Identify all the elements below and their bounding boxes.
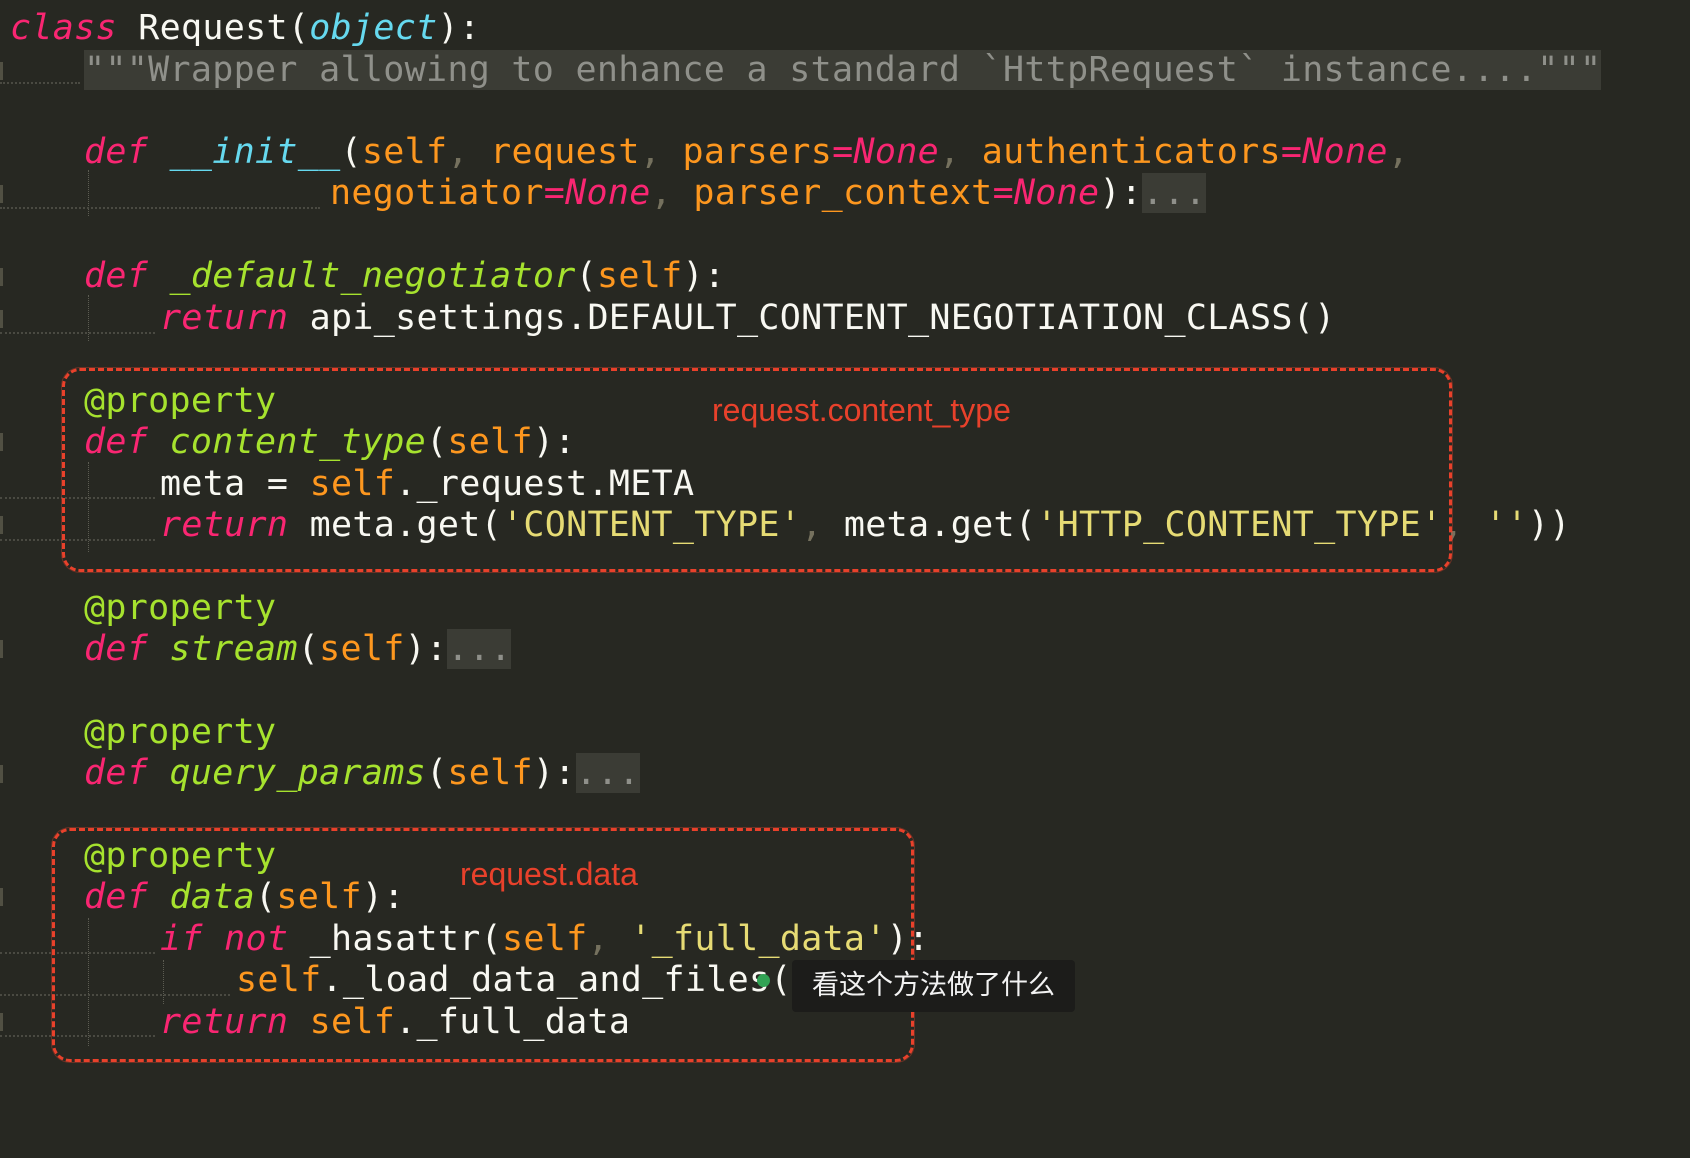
code-editor[interactable]: class Request(object): """Wrapper allowi… xyxy=(0,0,1690,1158)
self-param: self xyxy=(361,132,448,172)
gutter-marker xyxy=(0,1013,3,1031)
gutter-marker xyxy=(0,516,3,534)
fold-marker[interactable]: ... xyxy=(575,753,640,793)
expression: api_settings.DEFAULT_CONTENT_NEGOTIATION… xyxy=(288,298,1336,338)
tooltip: 看这个方法做了什么 xyxy=(792,960,1075,1012)
self-param: self xyxy=(596,256,683,296)
whitespace-dots xyxy=(0,330,155,334)
keyword-def: def xyxy=(84,629,149,669)
punctuation: , xyxy=(639,132,683,172)
decorator: @property xyxy=(84,712,277,752)
parameter: request xyxy=(490,132,640,172)
class-name: Request( xyxy=(116,8,310,48)
whitespace-dots xyxy=(0,80,80,84)
code-line: def query_params(self):... xyxy=(84,751,640,795)
breakpoint-dot-icon[interactable] xyxy=(757,974,770,987)
punctuation: )) xyxy=(1527,505,1571,545)
punctuation: ( xyxy=(575,256,597,296)
keyword-def: def xyxy=(84,753,149,793)
self-param: self xyxy=(319,629,405,669)
keyword-def: def xyxy=(84,256,149,296)
punctuation: ( xyxy=(425,753,448,793)
decorator: @property xyxy=(84,588,277,628)
punctuation: , xyxy=(650,173,694,213)
gutter-marker xyxy=(0,185,3,203)
operator: = xyxy=(543,173,566,213)
indent-guide xyxy=(88,295,89,341)
gutter-marker xyxy=(0,310,3,328)
fold-marker[interactable]: ... xyxy=(447,629,512,669)
none-literal: None xyxy=(1013,173,1100,213)
function-name: stream xyxy=(169,629,298,669)
code-line: @property xyxy=(84,710,276,754)
none-literal: None xyxy=(1302,132,1388,172)
gutter-marker xyxy=(0,640,3,658)
parameter: parsers xyxy=(682,132,833,172)
keyword-class: class xyxy=(10,8,117,48)
keyword-def: def xyxy=(84,132,149,172)
none-literal: None xyxy=(565,173,651,213)
gutter-marker xyxy=(0,268,3,286)
function-name: __init__ xyxy=(169,132,341,172)
gutter-marker xyxy=(0,62,3,80)
code-line: negotiator=None, parser_context=None):..… xyxy=(330,171,1207,215)
punctuation: ): xyxy=(682,256,726,296)
gutter-marker xyxy=(0,433,3,451)
punctuation: ): xyxy=(1099,173,1143,213)
gutter-marker xyxy=(0,765,3,783)
keyword-return: return xyxy=(160,298,289,338)
parameter: negotiator xyxy=(330,173,544,213)
indent-guide xyxy=(88,170,89,216)
punctuation: , xyxy=(938,132,982,172)
code-line: class Request(object): xyxy=(10,6,480,50)
parameter: parser_context xyxy=(693,173,993,213)
parameter: authenticators xyxy=(981,132,1281,172)
annotation-label-data: request.data xyxy=(460,856,638,892)
operator: = xyxy=(992,173,1014,213)
base-class: object xyxy=(309,8,438,48)
operator: = xyxy=(1280,132,1303,172)
code-line: def stream(self):... xyxy=(84,627,512,671)
code-line: def _default_negotiator(self): xyxy=(84,254,725,298)
none-literal: None xyxy=(853,132,939,172)
function-name: query_params xyxy=(169,753,426,793)
gutter-marker xyxy=(0,888,3,906)
code-line: """Wrapper allowing to enhance a standar… xyxy=(84,48,1602,92)
punctuation: ): xyxy=(532,753,576,793)
punctuation: , xyxy=(1387,132,1410,172)
fold-marker[interactable]: ... xyxy=(1142,173,1207,213)
punctuation: ( xyxy=(340,132,362,172)
docstring: """Wrapper allowing to enhance a standar… xyxy=(84,50,1602,90)
punctuation: ): xyxy=(404,629,448,669)
code-line: def __init__(self, request, parsers=None… xyxy=(84,130,1409,174)
punctuation: , xyxy=(447,132,491,172)
code-line: @property xyxy=(84,586,276,630)
punctuation: ( xyxy=(297,629,320,669)
self-param: self xyxy=(447,753,533,793)
whitespace-dots xyxy=(0,205,320,209)
code-line: return api_settings.DEFAULT_CONTENT_NEGO… xyxy=(160,296,1335,340)
operator: = xyxy=(832,132,854,172)
annotation-label-content-type: request.content_type xyxy=(712,392,1011,428)
function-name: _default_negotiator xyxy=(169,256,576,296)
string-literal: '' xyxy=(1485,505,1528,545)
punctuation: ): xyxy=(437,8,481,48)
